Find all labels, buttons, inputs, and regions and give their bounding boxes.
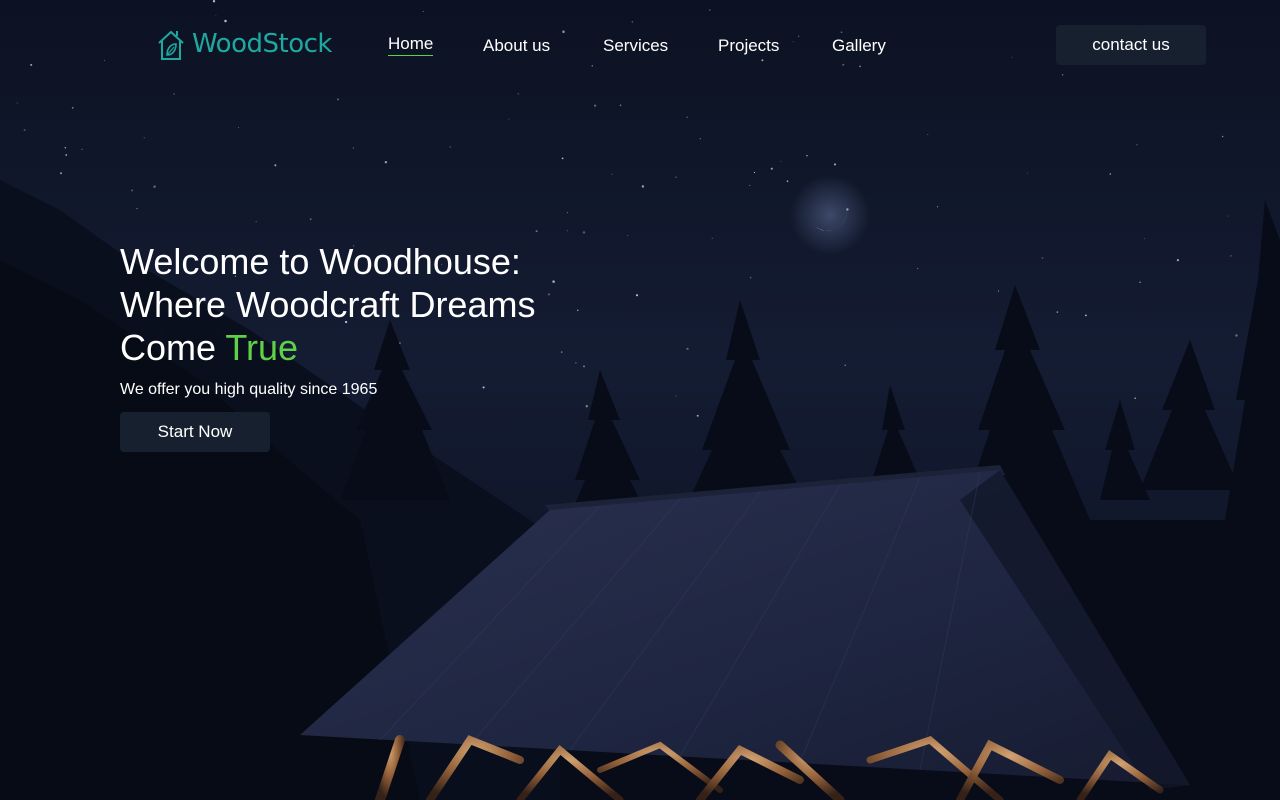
star xyxy=(686,116,688,118)
star xyxy=(136,207,138,210)
star xyxy=(65,154,68,156)
hero-subtitle: We offer you high quality since 1965 xyxy=(120,381,378,398)
hero-content: Welcome to Woodhouse: Where Woodcraft Dr… xyxy=(120,240,580,399)
star xyxy=(1230,255,1232,257)
star xyxy=(675,176,677,178)
nav-gallery[interactable]: Gallery xyxy=(832,36,886,56)
star xyxy=(1176,258,1180,262)
star xyxy=(59,172,63,175)
star xyxy=(1227,215,1229,217)
star xyxy=(508,118,510,120)
star xyxy=(844,364,846,366)
star xyxy=(143,137,145,139)
star xyxy=(1144,238,1145,240)
nav-home[interactable]: Home xyxy=(388,34,434,56)
star xyxy=(686,347,689,351)
star xyxy=(561,157,564,160)
star xyxy=(1134,397,1136,399)
star xyxy=(1221,135,1224,138)
star xyxy=(255,220,257,223)
star xyxy=(696,414,699,417)
star xyxy=(749,276,752,279)
hero-title: Welcome to Woodhouse: Where Woodcraft Dr… xyxy=(120,240,580,369)
star xyxy=(833,163,837,166)
star xyxy=(675,395,677,397)
star xyxy=(274,164,277,167)
star xyxy=(770,167,773,170)
brand-logo[interactable]: WoodStock xyxy=(156,26,332,62)
hero-title-accent: True xyxy=(225,327,299,368)
star xyxy=(64,147,67,149)
star xyxy=(535,230,538,233)
star xyxy=(699,138,701,140)
brand-name: WoodStock xyxy=(192,29,332,59)
star xyxy=(131,189,134,192)
star xyxy=(627,235,629,236)
star xyxy=(927,133,929,135)
star xyxy=(81,148,83,151)
star xyxy=(583,365,585,368)
top-navbar: WoodStock Home About us Services Project… xyxy=(0,0,1280,90)
star xyxy=(635,294,639,297)
star xyxy=(806,155,808,157)
star xyxy=(641,185,645,188)
star xyxy=(566,212,568,214)
hero-title-line2: Where Woodcraft Dreams xyxy=(120,284,536,325)
house-leaf-icon xyxy=(158,30,184,60)
star xyxy=(1084,314,1087,317)
star xyxy=(173,93,175,95)
star xyxy=(611,173,613,175)
star xyxy=(1056,311,1059,313)
hero-title-line1: Welcome to Woodhouse: xyxy=(120,241,521,282)
star xyxy=(585,405,588,408)
star xyxy=(582,231,586,234)
star xyxy=(1235,334,1238,337)
star xyxy=(917,267,919,270)
star xyxy=(517,93,520,95)
star xyxy=(16,102,18,104)
star xyxy=(1139,281,1141,283)
star xyxy=(780,160,782,162)
star xyxy=(153,185,156,188)
star xyxy=(786,180,789,183)
star xyxy=(936,206,939,208)
star xyxy=(997,290,1000,292)
hero-title-line3: Come xyxy=(120,327,226,368)
contact-us-button[interactable]: contact us xyxy=(1056,25,1206,65)
star xyxy=(1136,144,1138,146)
star xyxy=(352,147,355,149)
night-forest-scene xyxy=(0,0,1280,800)
star xyxy=(1109,173,1112,175)
star xyxy=(1041,257,1044,259)
star xyxy=(566,230,568,232)
star xyxy=(594,104,597,107)
star xyxy=(753,171,756,174)
star xyxy=(1026,172,1028,174)
star xyxy=(336,98,340,101)
star xyxy=(309,218,312,221)
nav-services[interactable]: Services xyxy=(603,36,668,56)
hero-background xyxy=(0,0,1280,800)
star xyxy=(749,184,751,186)
star xyxy=(23,129,26,132)
star xyxy=(449,146,451,148)
nav-about-us[interactable]: About us xyxy=(483,36,550,56)
start-now-button[interactable]: Start Now xyxy=(120,412,270,452)
star xyxy=(71,106,74,109)
nav-projects[interactable]: Projects xyxy=(718,36,779,56)
star xyxy=(619,104,622,107)
star xyxy=(711,237,713,239)
star xyxy=(384,160,388,164)
star xyxy=(238,127,239,129)
